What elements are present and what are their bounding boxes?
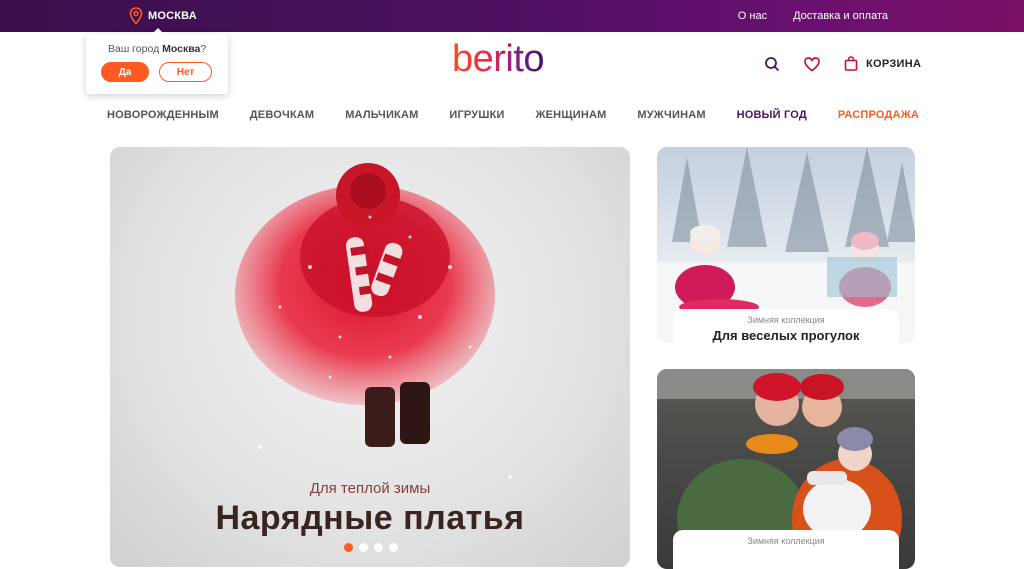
city-confirm-popup: Ваш город Москва? Да Нет [86,28,228,94]
slider-dot-1[interactable] [344,543,353,552]
bag-icon [844,56,858,71]
nav-item-newborn[interactable]: НОВОРОЖДЕННЫМ [107,109,219,121]
slider-dots [344,543,398,552]
nav-item-toys[interactable]: ИГРУШКИ [449,109,504,121]
slider-dot-4[interactable] [389,543,398,552]
heart-icon[interactable] [803,55,821,73]
location-pin-icon [129,7,143,25]
nav-item-sale[interactable]: РАСПРОДАЖА [838,109,919,121]
card-title: Для веселых прогулок [712,328,860,343]
city-question: Ваш город Москва? [108,43,207,55]
main-nav: НОВОРОЖДЕННЫМ ДЕВОЧКАМ МАЛЬЧИКАМ ИГРУШКИ… [107,109,919,121]
city-yes-button[interactable]: Да [101,62,149,82]
city-question-name: Москва [162,43,201,55]
slider-dot-3[interactable] [374,543,383,552]
promo-card-family[interactable]: Зимняя коллекция [657,369,915,569]
hero-title: Нарядные платья [215,499,525,537]
cart-button[interactable]: КОРЗИНА [844,56,921,71]
nav-item-new-year[interactable]: НОВЫЙ ГОД [737,109,807,121]
city-name: МОСКВА [148,10,197,22]
nav-item-girls[interactable]: ДЕВОЧКАМ [250,109,315,121]
card-label: Зимняя коллекция [673,530,899,569]
hero-banner[interactable]: Для теплой зимы Нарядные платья [110,147,630,567]
nav-item-men[interactable]: МУЖЧИНАМ [637,109,705,121]
card-small-text: Зимняя коллекция [747,536,825,546]
cart-label: КОРЗИНА [866,57,922,70]
about-link[interactable]: О нас [738,10,767,22]
delivery-link[interactable]: Доставка и оплата [793,10,888,22]
hero-subtitle: Для теплой зимы [309,480,431,497]
nav-item-boys[interactable]: МАЛЬЧИКАМ [345,109,418,121]
city-selector[interactable]: МОСКВА [129,7,197,25]
promo-card-walks[interactable]: Зимняя коллекция Для веселых прогулок [657,147,915,343]
nav-item-women[interactable]: ЖЕНЩИНАМ [536,109,607,121]
search-icon[interactable] [763,55,781,73]
city-no-button[interactable]: Нет [159,62,212,82]
slider-dot-2[interactable] [359,543,368,552]
card-small-text: Зимняя коллекция [747,315,825,325]
logo[interactable]: berito [452,40,545,78]
popup-arrow [152,28,164,34]
card-label: Зимняя коллекция Для веселых прогулок [673,309,899,343]
